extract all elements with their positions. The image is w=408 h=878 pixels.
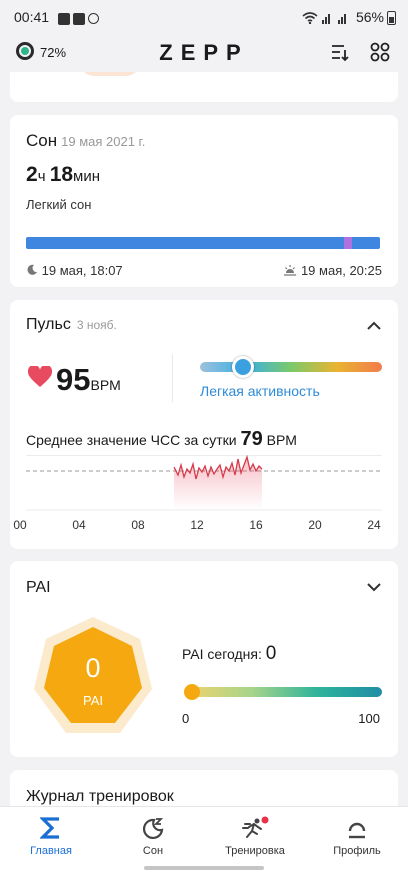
time-tick: 00 <box>13 518 27 532</box>
widgets-grid-icon[interactable] <box>370 42 390 62</box>
heart-rate-chart <box>26 455 382 511</box>
nav-profile-label: Профиль <box>333 845 381 857</box>
time-tick: 04 <box>72 518 86 532</box>
pai-title: PAI <box>26 579 51 596</box>
sleep-end-text: 19 мая, 20:25 <box>300 263 382 278</box>
zone-label: Легкая активность <box>200 383 320 399</box>
sleep-minutes: 18 <box>49 163 74 186</box>
pai-today-label: PAI сегодня: <box>182 646 262 662</box>
sleep-duration: 2ч 18мин <box>26 163 100 187</box>
status-time: 00:41 <box>14 9 50 25</box>
sleep-hours-unit: ч <box>37 168 46 185</box>
status-right: 56% <box>302 9 396 26</box>
zepp-notification-icon <box>73 12 85 25</box>
previous-card-graphic <box>80 72 140 76</box>
journal-title: Журнал тренировок <box>26 788 174 805</box>
sleep-start-text: 19 мая, 18:07 <box>41 263 123 278</box>
sleep-title: Сон 19 мая 2021 г. <box>26 131 145 151</box>
chevron-down-icon[interactable] <box>366 579 382 595</box>
pai-progress-bar <box>186 687 382 697</box>
pai-today: PAI сегодня: 0 <box>182 643 276 665</box>
pai-scale-min: 0 <box>182 711 190 726</box>
wifi-icon <box>302 12 318 25</box>
status-bar: 00:41 56% <box>0 0 408 34</box>
daily-average: Среднее значение ЧСС за сутки 79 BPM <box>26 428 297 451</box>
nav-workout-label: Тренировка <box>225 845 285 857</box>
current-bpm: 95BPM <box>56 362 121 398</box>
sort-icon[interactable] <box>330 42 350 62</box>
pulse-title-text: Пульс <box>26 316 71 333</box>
pai-scale-max: 100 <box>358 711 380 726</box>
zone-bar <box>200 362 382 372</box>
sleep-date: 19 мая 2021 г. <box>61 134 146 149</box>
running-icon <box>242 816 269 838</box>
time-tick: 16 <box>249 518 263 532</box>
avg-label: Среднее значение ЧСС за сутки <box>26 432 237 448</box>
gallery-icon <box>58 12 70 25</box>
avg-value: 79 <box>240 428 263 450</box>
time-tick: 08 <box>131 518 145 532</box>
sleep-hours: 2 <box>26 163 38 186</box>
sleep-title-text: Сон <box>26 131 58 150</box>
nav-profile[interactable]: Профиль <box>306 813 408 857</box>
pai-card[interactable]: PAI 0 PAI PAI сегодня: 0 0 100 <box>10 561 398 757</box>
pulse-title: Пульс 3 нояб. <box>26 316 117 334</box>
sunrise-icon <box>284 265 297 276</box>
sleep-moon-icon <box>142 818 164 840</box>
divider <box>172 354 173 402</box>
app-header: 72% ZEPP <box>0 34 408 72</box>
bpm-unit: BPM <box>90 377 121 393</box>
pai-value: 0 <box>85 653 101 683</box>
nav-workout[interactable]: Тренировка <box>204 813 306 857</box>
heart-icon <box>28 366 52 387</box>
shield-icon <box>88 13 99 25</box>
sleep-start: 19 мая, 18:07 <box>26 263 123 278</box>
nav-home-label: Главная <box>30 845 72 857</box>
notification-icons <box>58 10 102 28</box>
home-indicator[interactable] <box>144 866 264 870</box>
nav-home[interactable]: Главная <box>0 813 102 857</box>
pai-today-value: 0 <box>265 643 277 664</box>
pai-label: PAI <box>83 693 103 708</box>
time-tick: 20 <box>308 518 322 532</box>
avg-unit: BPM <box>266 432 297 448</box>
pulse-date: 3 нояб. <box>76 318 117 332</box>
nav-sleep[interactable]: Сон <box>102 813 204 857</box>
sleep-type: Легкий сон <box>26 197 92 212</box>
rem-segment <box>344 237 352 249</box>
bpm-value: 95 <box>56 362 91 397</box>
sleep-minutes-unit: мин <box>73 168 101 185</box>
heart-rate-card[interactable]: Пульс 3 нояб. 95BPM Легкая активность Сре… <box>10 300 398 549</box>
moon-icon <box>27 264 37 275</box>
pai-progress-indicator <box>184 684 200 700</box>
battery-percent: 56% <box>355 9 384 25</box>
sigma-icon <box>40 817 59 839</box>
signal-icon <box>322 14 347 25</box>
profile-icon <box>348 822 366 839</box>
previous-card <box>10 72 398 102</box>
time-tick: 12 <box>190 518 204 532</box>
sleep-card[interactable]: Сон 19 мая 2021 г. 2ч 18мин Легкий сон 19… <box>10 115 398 287</box>
zone-indicator <box>232 356 254 378</box>
sleep-bar <box>26 237 380 249</box>
battery-icon <box>387 11 396 26</box>
chevron-up-icon[interactable] <box>366 318 382 334</box>
sleep-end: 19 мая, 20:25 <box>283 263 382 278</box>
nav-sleep-label: Сон <box>142 845 164 857</box>
time-tick: 24 <box>367 518 381 532</box>
